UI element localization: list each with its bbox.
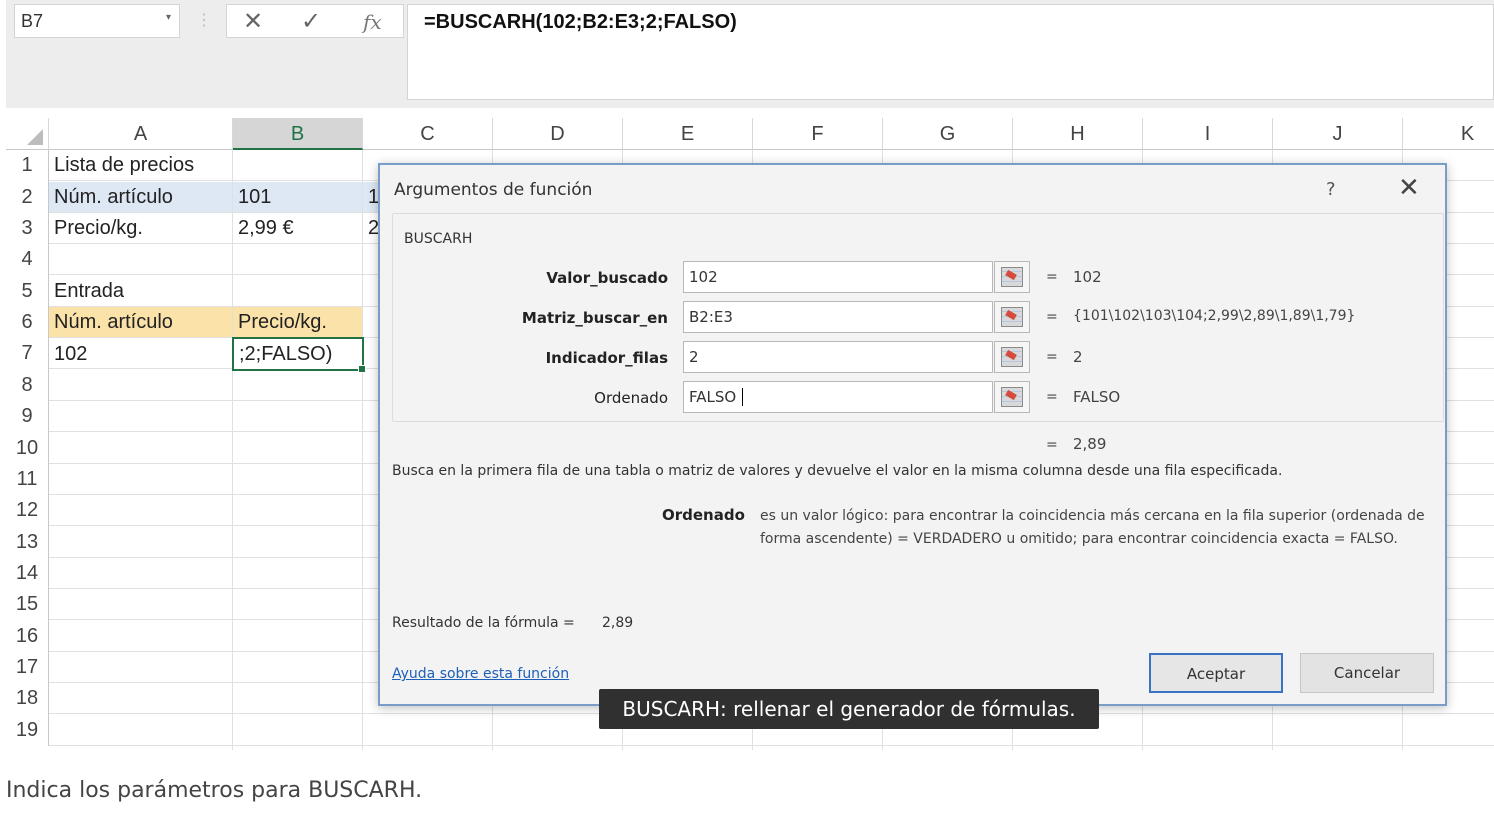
row-header[interactable]: 7 — [6, 338, 49, 369]
select-all-corner[interactable] — [6, 118, 49, 150]
formula-result-value: 2,89 — [602, 615, 634, 631]
row-header[interactable]: 13 — [6, 526, 49, 558]
tooltip: BUSCARH: rellenar el generador de fórmul… — [599, 689, 1099, 729]
arg-equals: = — [1046, 269, 1058, 285]
function-description: Busca en la primera fila de una tabla o … — [392, 463, 1283, 479]
row-header[interactable]: 8 — [6, 369, 49, 401]
help-link[interactable]: Ayuda sobre esta función — [392, 666, 569, 682]
arg-result-valor-buscado: 102 — [1073, 268, 1102, 286]
arg-result-ordenado: FALSO — [1073, 388, 1121, 406]
range-select-icon[interactable] — [994, 341, 1030, 373]
arg-result-indicador-filas: 2 — [1073, 348, 1083, 366]
cell-b2[interactable]: 101 — [233, 182, 362, 212]
column-header-b[interactable]: B — [233, 118, 363, 150]
range-select-icon[interactable] — [994, 381, 1030, 413]
formula-icons: ✕ ✓ fx — [226, 4, 404, 38]
fx-icon[interactable]: fx — [363, 10, 382, 34]
column-header-d[interactable]: D — [493, 118, 623, 150]
matriz-buscar-en-input[interactable]: B2:E3 — [683, 301, 993, 333]
row-header[interactable]: 17 — [6, 652, 49, 683]
column-header-f[interactable]: F — [753, 118, 883, 150]
formula-result-label: Resultado de la fórmula = — [392, 615, 575, 631]
arg-equals: = — [1046, 349, 1058, 365]
row-header[interactable]: 10 — [6, 432, 49, 464]
column-header-i[interactable]: I — [1143, 118, 1273, 150]
formula-input[interactable]: =BUSCARH(102;B2:E3;2;FALSO) — [407, 4, 1494, 100]
function-name: BUSCARH — [404, 231, 473, 247]
row-header[interactable]: 1 — [6, 150, 49, 181]
arg-label-indicador-filas: Indicador_filas — [545, 349, 668, 367]
row-header[interactable]: 12 — [6, 495, 49, 526]
column-header-e[interactable]: E — [623, 118, 753, 150]
dialog-title: Argumentos de función — [394, 180, 593, 200]
arg-equals: = — [1046, 309, 1058, 325]
function-arguments-dialog: Argumentos de función ? ✕ BUSCARH Valor_… — [378, 163, 1447, 706]
range-select-glyph — [1001, 347, 1023, 367]
row-header[interactable]: 19 — [6, 714, 49, 746]
cell-a3[interactable]: Precio/kg. — [49, 213, 232, 244]
row-header[interactable]: 15 — [6, 589, 49, 620]
arg-equals: = — [1046, 389, 1058, 405]
cell-a6[interactable]: Núm. artículo — [49, 307, 232, 337]
cell-b7-active[interactable]: ;2;FALSO) — [232, 337, 366, 373]
overall-equals: = — [1046, 437, 1058, 453]
row-header[interactable]: 11 — [6, 464, 49, 495]
overall-result: 2,89 — [1073, 435, 1107, 453]
valor-buscado-input[interactable]: 102 — [683, 261, 993, 293]
row-header[interactable]: 3 — [6, 213, 49, 244]
range-select-icon[interactable] — [994, 301, 1030, 333]
column-header-c[interactable]: C — [363, 118, 493, 150]
column-header-j[interactable]: J — [1273, 118, 1403, 150]
ok-button[interactable]: Aceptar — [1149, 653, 1283, 693]
arg-result-matriz-buscar-en: {101\102\103\104;2,99\2,89\1,89\1,79} — [1073, 308, 1356, 324]
arg-label-ordenado: Ordenado — [594, 389, 668, 407]
cancel-button[interactable]: Cancelar — [1300, 653, 1434, 693]
row-header[interactable]: 9 — [6, 401, 49, 432]
row-header[interactable]: 14 — [6, 558, 49, 589]
column-header-h[interactable]: H — [1013, 118, 1143, 150]
cell-a1[interactable]: Lista de precios — [49, 150, 232, 181]
caption: Indica los parámetros para BUSCARH. — [6, 778, 423, 803]
row-header[interactable]: 6 — [6, 307, 49, 338]
drag-handle-icon[interactable]: ⋮ — [196, 10, 212, 30]
checkmark-icon[interactable]: ✓ — [301, 7, 321, 36]
row-header[interactable]: 2 — [6, 181, 49, 213]
range-select-icon[interactable] — [994, 261, 1030, 293]
help-icon[interactable]: ? — [1326, 179, 1336, 200]
cell-b6[interactable]: Precio/kg. — [233, 307, 362, 337]
ordenado-input[interactable]: FALSO — [683, 381, 993, 413]
cell-b3[interactable]: 2,99 € — [233, 213, 362, 244]
column-header-k[interactable]: K — [1403, 118, 1494, 150]
indicador-filas-input[interactable]: 2 — [683, 341, 993, 373]
range-select-glyph — [1001, 387, 1023, 407]
row-header[interactable]: 5 — [6, 275, 49, 307]
cell-a5[interactable]: Entrada — [49, 276, 232, 307]
cell-a7[interactable]: 102 — [49, 339, 232, 369]
column-header-g[interactable]: G — [883, 118, 1013, 150]
name-box-value: B7 — [21, 11, 44, 31]
param-description: es un valor lógico: para encontrar la co… — [760, 508, 1425, 547]
close-icon[interactable]: ✕ — [1398, 173, 1420, 203]
cell-a2[interactable]: Núm. artículo — [49, 182, 232, 212]
chevron-down-icon[interactable]: ▾ — [166, 12, 171, 23]
range-select-glyph — [1001, 267, 1023, 287]
param-name: Ordenado — [662, 506, 745, 524]
arg-label-valor-buscado: Valor_buscado — [546, 269, 668, 287]
row-header[interactable]: 4 — [6, 244, 49, 275]
arg-label-matriz-buscar-en: Matriz_buscar_en — [521, 309, 668, 327]
row-header[interactable]: 18 — [6, 683, 49, 714]
range-select-glyph — [1001, 307, 1023, 327]
row-header[interactable]: 16 — [6, 620, 49, 652]
name-box[interactable]: B7 ▾ — [14, 4, 180, 38]
formula-bar: B7 ▾ ⋮ ✕ ✓ fx =BUSCARH(102;B2:E3;2;FALSO… — [6, 0, 1494, 108]
column-header-a[interactable]: A — [49, 118, 233, 150]
close-icon[interactable]: ✕ — [243, 7, 263, 36]
